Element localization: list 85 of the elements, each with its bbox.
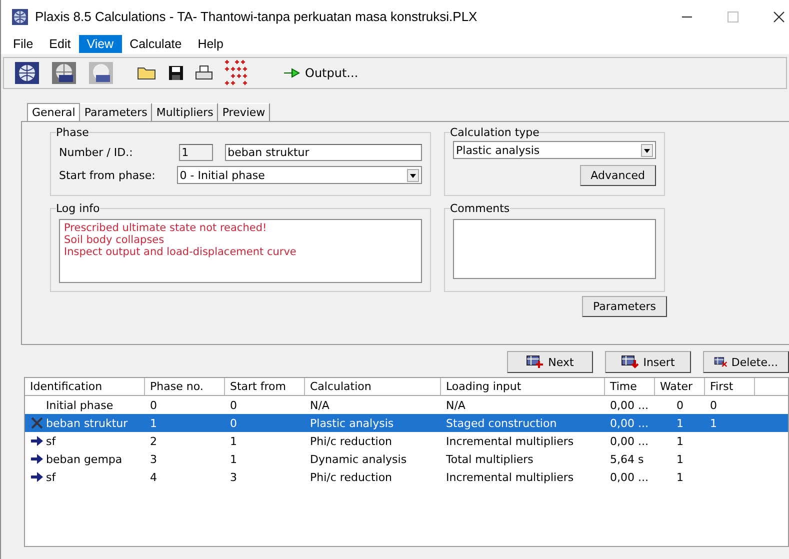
arrow-right-icon [283, 68, 301, 78]
log-line: Prescribed ultimate state not reached! [64, 222, 268, 234]
table-row[interactable]: Initial phase 0 0 N/A N/A 0,00 ... 0 0 [25, 396, 788, 414]
table-cell: 0 [676, 398, 684, 412]
table-cell: Incremental multipliers [446, 434, 574, 448]
log-text-area[interactable]: Prescribed ultimate state not reached! Soil body collapses Inspect output and load-displacement curve [59, 219, 422, 283]
table-cell: 0 [230, 416, 237, 430]
table-cell: 1 [676, 452, 684, 466]
table-cell: 4 [150, 470, 157, 484]
group-title: Log info [56, 202, 100, 215]
log-line: Soil body collapses [64, 234, 166, 246]
menu-item[interactable]: Calculate [122, 34, 190, 52]
table-cell: Incremental multipliers [446, 470, 574, 484]
comments-text-area[interactable] [453, 219, 656, 279]
log-line: Inspect output and load-displacement curve [64, 246, 298, 258]
table-cell: Initial phase [46, 398, 114, 412]
table-row[interactable]: beban struktur 1 0 Plastic analysis Staged construction 0,00 ... 1 1 [25, 414, 788, 432]
table-cell: 1 [676, 434, 684, 448]
table-cell: 1 [230, 434, 237, 448]
close-icon[interactable] [773, 10, 785, 22]
table-cell: beban struktur [46, 416, 128, 430]
menu-item[interactable]: Edit [41, 34, 79, 52]
table-cell: Dynamic analysis [310, 452, 407, 466]
save-icon[interactable] [168, 65, 184, 81]
group-title: Phase [56, 126, 89, 139]
table-cell: 1 [230, 452, 237, 466]
table-cell: N/A [310, 398, 330, 412]
table-cell: 0 [150, 398, 157, 412]
table-cell: 5,64 s [610, 452, 644, 466]
advanced-button[interactable]: Advanced [580, 165, 656, 186]
table-cell: Staged construction [446, 416, 557, 430]
table-cell: sf [46, 434, 56, 448]
globe-chart-icon[interactable] [51, 61, 77, 85]
phase-action-button[interactable]: Insert [605, 351, 691, 373]
app-globe-icon [12, 8, 28, 24]
table-cell: 0,00 ... [610, 470, 648, 484]
table-cell: Plastic analysis [310, 416, 394, 430]
x-mark-icon [30, 417, 44, 429]
table-cell: 3 [150, 452, 157, 466]
table-cell: N/A [446, 398, 466, 412]
window-title: Plaxis 8.5 Calculations - TA- Thantowi-tanpa perkuatan masa konstruksi.PLX [35, 9, 478, 24]
parameters-button[interactable]: Parameters [582, 296, 667, 317]
phase-id-field[interactable]: beban struktur [224, 144, 422, 161]
start-phase-dropdown[interactable]: 0 - Initial phase [176, 166, 422, 184]
table-plus-icon [526, 355, 544, 369]
table-cell: 0,00 ... [610, 434, 648, 448]
output-button[interactable]: Output... [283, 66, 358, 80]
table-row[interactable]: sf 2 1 Phi/c reduction Incremental multipliers 0,00 ... 1 [25, 432, 788, 450]
phase-action-button[interactable]: Next [507, 351, 593, 373]
phase-number-field[interactable]: 1 [178, 144, 213, 161]
table-cell: beban gempa [46, 452, 122, 466]
menu-item[interactable]: Help [190, 34, 232, 52]
menu-item[interactable]: View [78, 34, 122, 52]
menu-item[interactable]: File [5, 34, 42, 52]
table-row[interactable]: beban gempa 3 1 Dynamic analysis Total multipliers 5,64 s 1 [25, 450, 788, 468]
arrow-right-icon [30, 453, 44, 465]
group-title: Calculation type [450, 126, 540, 139]
table-cell: 0,00 ... [610, 398, 648, 412]
table-cell: 3 [230, 470, 237, 484]
table-x-icon [714, 355, 728, 369]
table-cell: 1 [710, 416, 717, 430]
field-label: Start from phase: [59, 168, 156, 182]
table-down-arrow-icon [621, 355, 640, 369]
table-cell: 0 [230, 398, 237, 412]
table-cell: 0,00 ... [610, 416, 648, 430]
table-cell: Phi/c reduction [310, 434, 392, 448]
printer-icon[interactable] [195, 65, 213, 81]
table-cell: 1 [676, 470, 684, 484]
table-row[interactable]: sf 4 3 Phi/c reduction Incremental multipliers 0,00 ... 1 [25, 468, 788, 486]
tab[interactable]: General [27, 103, 80, 121]
field-label: Number / ID.: [59, 146, 134, 159]
table-cell: 2 [150, 434, 157, 448]
arrow-right-icon [30, 471, 44, 483]
table-cell: Total multipliers [446, 452, 534, 466]
group-title: Comments [450, 202, 510, 215]
phase-action-button[interactable]: Delete... [703, 351, 789, 373]
globe-icon[interactable] [14, 61, 40, 85]
table-cell: Phi/c reduction [310, 470, 392, 484]
folder-icon[interactable] [137, 65, 157, 81]
table-cell: sf [46, 470, 56, 484]
table-cell: 1 [676, 416, 684, 430]
table-cell: 0 [710, 398, 717, 412]
arrow-right-icon [30, 435, 44, 447]
table-cell: 1 [150, 416, 157, 430]
calculation-type-dropdown[interactable]: Plastic analysis [453, 141, 656, 159]
